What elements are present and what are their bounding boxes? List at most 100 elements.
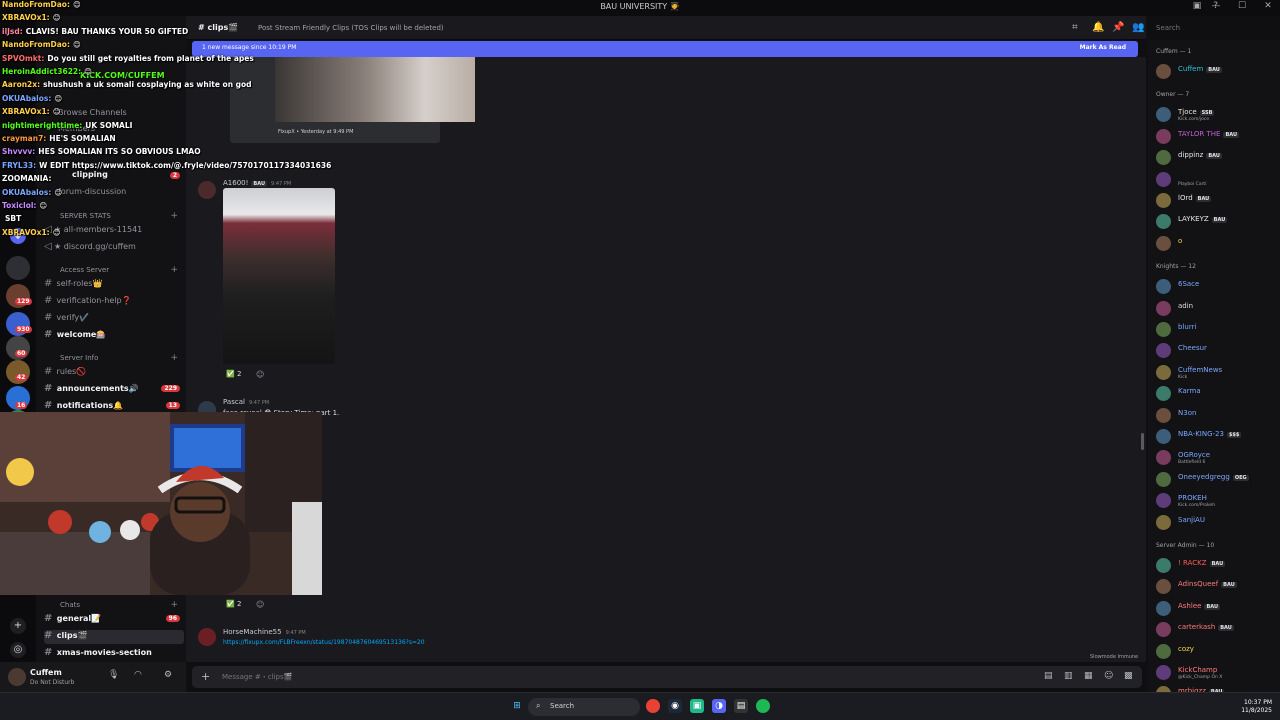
member-name: SanjiAU <box>1178 515 1205 524</box>
new-messages-bar[interactable]: 1 new message since 10:19 PM Mark As Rea… <box>192 41 1138 57</box>
gif-icon[interactable]: ▥ <box>1064 671 1073 681</box>
member-row[interactable]: N3on <box>1154 406 1276 424</box>
member-row[interactable]: Oneeyedgregg OEG <box>1154 470 1276 488</box>
plus-icon[interactable]: + <box>170 265 178 275</box>
channel-welcome[interactable]: # welcome🎰 <box>44 329 184 343</box>
reaction[interactable]: ✅ 2 <box>226 600 241 612</box>
emoji-icon[interactable]: ☺ <box>1104 671 1113 681</box>
taskbar-clock[interactable]: 10:37 PM 11/8/2025 <box>1238 699 1272 715</box>
bell-icon[interactable]: 🔔 <box>1092 22 1104 33</box>
discover-icon[interactable]: ◎ <box>10 642 26 658</box>
search-input[interactable] <box>1150 20 1274 36</box>
member-row[interactable]: adin <box>1154 299 1276 317</box>
stream-chat-overlay: KICK.COM/CUFFEM NandoFromDao: 😊 XBRAVOx1: 😊… <box>0 0 331 237</box>
member-row[interactable]: CuffemNews Kick <box>1154 363 1276 381</box>
app-icon[interactable]: ▣ <box>690 699 704 713</box>
discord-icon[interactable]: ◑ <box>712 699 726 713</box>
member-row[interactable]: ! RACKZ BAU <box>1154 556 1276 574</box>
pin-icon[interactable]: 📌 <box>1112 22 1124 33</box>
channel-rules[interactable]: # rules🚫 <box>44 366 184 380</box>
message-author[interactable]: Pascal <box>223 398 245 406</box>
member-name: carterkash <box>1178 623 1216 632</box>
member-name: Cheesur <box>1178 344 1207 353</box>
member-row[interactable]: NBA-KING-23 $$$ <box>1154 427 1276 445</box>
windows-start-icon[interactable]: ⊞ <box>510 699 524 713</box>
spotify-icon[interactable] <box>756 699 770 713</box>
reaction-count: 2 <box>236 600 242 608</box>
add-server-button[interactable]: + <box>10 618 26 634</box>
chat-text: 😊 <box>84 67 92 76</box>
member-row[interactable]: Ashlee BAU <box>1154 599 1276 617</box>
member-row[interactable]: PROKEH Kick.com/Prokeh <box>1154 491 1276 509</box>
threads-icon[interactable]: ⌗ <box>1072 22 1078 33</box>
microphone-icon[interactable]: 🎙 <box>108 670 119 680</box>
member-activity: Battlefield 6 <box>1178 460 1206 466</box>
member-name-line: ! RACKZ BAU <box>1178 559 1226 567</box>
member-row[interactable]: carterkash BAU <box>1154 620 1276 638</box>
hash-icon: # <box>44 400 53 411</box>
member-row[interactable]: SanjiAU <box>1154 513 1276 531</box>
member-row[interactable]: 6Sace <box>1154 277 1276 295</box>
chrome-icon[interactable] <box>646 699 660 713</box>
close-button[interactable]: ✕ <box>1262 1 1274 11</box>
category-access-server[interactable]: Access Server <box>60 266 109 274</box>
channel-label: general📝 <box>56 614 102 623</box>
reaction[interactable]: ✅ 2 <box>226 370 241 382</box>
member-row[interactable]: cozy <box>1154 642 1276 660</box>
inbox-icon[interactable]: ▣ <box>1193 1 1202 11</box>
mark-as-read-button[interactable]: Mark As Read <box>1080 44 1126 51</box>
embed-image[interactable] <box>275 57 475 122</box>
message-author[interactable]: HorseMachine55 <box>223 628 282 636</box>
gear-icon[interactable]: ⚙ <box>164 670 172 680</box>
channel-self-roles[interactable]: # self-roles👑 <box>44 278 184 292</box>
member-row[interactable]: AdinsQueef BAU <box>1154 577 1276 595</box>
members-icon[interactable]: 👥 <box>1132 22 1144 33</box>
channel-general[interactable]: # general📝 <box>44 613 184 627</box>
member-row[interactable]: OGRoyce Battlefield 6 <box>1154 448 1276 466</box>
member-row[interactable]: dippinz BAU <box>1154 148 1276 166</box>
attach-plus-icon[interactable]: + <box>201 670 210 683</box>
category-server-info[interactable]: Server Info <box>60 354 98 362</box>
member-row[interactable]: Playboi Carti <box>1154 170 1276 188</box>
avatar[interactable] <box>198 628 216 646</box>
add-reaction-icon[interactable]: ☺ <box>256 600 264 609</box>
member-name-line: SanjiAU <box>1178 516 1205 524</box>
minimize-button[interactable]: — <box>1210 1 1222 11</box>
channel-clips[interactable]: # clips🎬 <box>44 630 184 644</box>
steam-icon[interactable]: ◉ <box>668 699 682 713</box>
member-row[interactable]: Karma <box>1154 384 1276 402</box>
sticker-icon[interactable]: ▦ <box>1084 671 1093 681</box>
plus-icon[interactable]: + <box>170 600 178 610</box>
channel-discord-link[interactable]: ◁ ★ discord.gg/cuffem <box>44 241 184 255</box>
taskbar-search[interactable]: ⌕ Search <box>528 698 640 716</box>
channel-verification-help[interactable]: # verification-help❓ <box>44 295 184 309</box>
role-tag: BAU <box>1204 603 1221 610</box>
chat-username: crayman7: <box>2 134 47 143</box>
member-row[interactable]: Cheesur <box>1154 341 1276 359</box>
category-chats[interactable]: Chats <box>60 601 80 609</box>
message-link[interactable]: https://fixupx.com/FLBFreexn/status/1987… <box>223 639 425 646</box>
scrollbar[interactable] <box>1141 433 1144 450</box>
member-row[interactable]: blurri <box>1154 320 1276 338</box>
member-row[interactable]: LAYKEYZ BAU <box>1154 212 1276 230</box>
headset-icon[interactable]: ◠ <box>134 670 142 680</box>
channel-verify[interactable]: # verify✔️ <box>44 312 184 326</box>
member-row[interactable]: Tjoce SSB Kick.com/joce <box>1154 105 1276 123</box>
role-tag: BAU <box>1206 153 1222 160</box>
server-icon[interactable] <box>6 256 30 280</box>
message-input[interactable] <box>222 669 822 685</box>
avatar <box>1156 193 1171 208</box>
apps-icon[interactable]: ▩ <box>1124 671 1133 681</box>
plus-icon[interactable]: + <box>170 353 178 363</box>
avatar[interactable] <box>8 668 26 686</box>
member-row[interactable]: o <box>1154 234 1276 252</box>
member-row[interactable]: lOrd BAU <box>1154 191 1276 209</box>
gift-icon[interactable]: ▤ <box>1044 671 1053 681</box>
maximize-button[interactable]: ☐ <box>1236 1 1248 11</box>
app-icon[interactable]: ▤ <box>734 699 748 713</box>
member-row[interactable]: Cuffem BAU <box>1154 62 1276 80</box>
member-row[interactable]: KickChamp @Kick_Champ On X <box>1154 663 1276 681</box>
add-reaction-icon[interactable]: ☺ <box>256 370 264 379</box>
channel-xmas-movies[interactable]: # xmas-movies-section <box>44 647 184 661</box>
member-row[interactable]: TAYLOR THE BAU <box>1154 127 1276 145</box>
